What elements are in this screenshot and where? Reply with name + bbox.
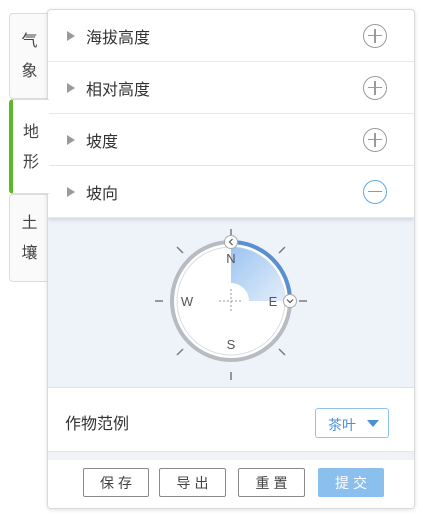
aspect-compass[interactable]: N E S W — [48, 218, 414, 388]
minus-circle-icon[interactable] — [363, 179, 387, 204]
start-handle[interactable] — [224, 235, 238, 249]
compass-north-label: N — [226, 251, 235, 266]
tab-weather[interactable]: 气 象 — [9, 13, 49, 99]
expand-triangle-icon — [67, 31, 75, 41]
reset-button[interactable]: 重置 — [238, 468, 305, 497]
tab-weather-char-2: 象 — [21, 61, 38, 80]
crop-select-value: 茶叶 — [328, 418, 356, 434]
plus-circle-icon[interactable] — [363, 127, 387, 152]
row-altitude-label: 海拔高度 — [86, 27, 151, 47]
row-relative-height-label: 相对高度 — [86, 79, 151, 99]
terrain-filter-panel: 海拔高度 相对高度 坡度 坡向 N E S W 作物范例 茶叶 保存 导出 重置… — [47, 9, 415, 509]
plus-circle-icon[interactable] — [363, 75, 387, 100]
row-aspect-label: 坡向 — [86, 183, 119, 203]
row-aspect[interactable]: 坡向 — [48, 166, 414, 218]
expand-triangle-icon — [67, 135, 75, 145]
tab-terrain-char-2: 形 — [22, 151, 39, 171]
row-slope-label: 坡度 — [86, 131, 119, 151]
row-relative-height[interactable]: 相对高度 — [48, 62, 414, 114]
export-button[interactable]: 导出 — [159, 468, 226, 497]
tab-soil-char-1: 土 — [21, 213, 38, 232]
compass-west-label: W — [181, 294, 194, 309]
end-handle[interactable] — [283, 294, 297, 308]
compass-south-label: S — [227, 337, 236, 352]
crop-example-label: 作物范例 — [65, 414, 130, 433]
crop-example-row: 作物范例 茶叶 — [48, 388, 414, 452]
tab-weather-char-1: 气 — [21, 31, 38, 50]
expand-triangle-icon — [67, 187, 75, 197]
tab-terrain[interactable]: 地 形 — [9, 99, 49, 194]
tab-terrain-char-1: 地 — [22, 121, 39, 141]
expand-triangle-icon — [67, 83, 75, 93]
save-button[interactable]: 保存 — [83, 468, 149, 497]
aspect-compass-area: N E S W — [48, 218, 414, 388]
plus-circle-icon[interactable] — [363, 23, 387, 48]
row-slope[interactable]: 坡度 — [48, 114, 414, 166]
crop-select[interactable]: 茶叶 — [315, 408, 389, 438]
dropdown-arrow-icon — [367, 420, 379, 427]
tab-soil-char-2: 壤 — [21, 243, 38, 262]
row-altitude[interactable]: 海拔高度 — [48, 10, 414, 62]
footer-divider — [48, 452, 414, 460]
compass-east-label: E — [269, 294, 278, 309]
tab-soil[interactable]: 土 壤 — [9, 194, 49, 282]
submit-button[interactable]: 提交 — [318, 468, 384, 497]
action-bar: 保存 导出 重置 提交 — [48, 460, 414, 508]
